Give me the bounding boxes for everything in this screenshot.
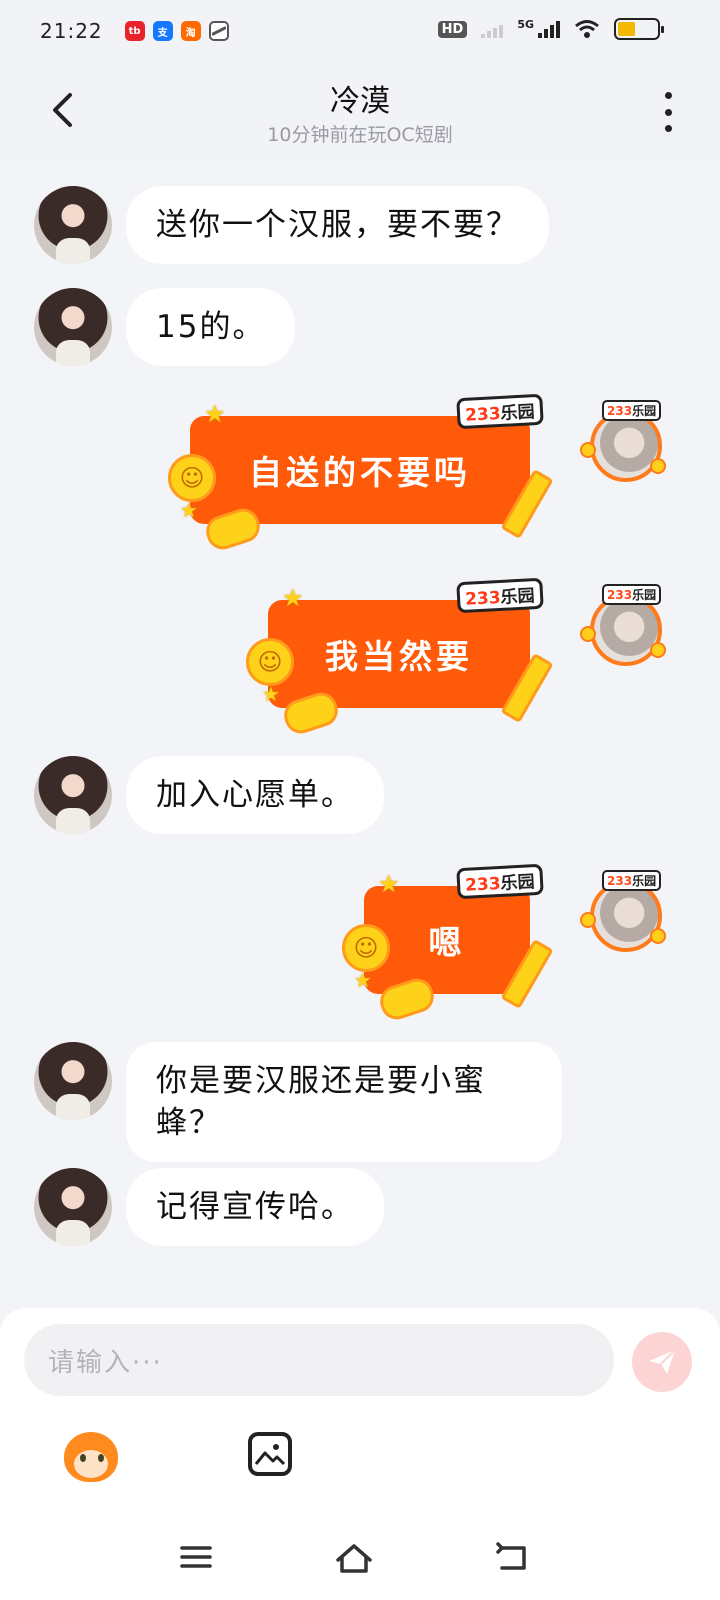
smiley-sticker-icon: ☺ xyxy=(168,454,216,502)
menu-icon xyxy=(180,1546,212,1568)
contact-avatar[interactable] xyxy=(34,756,112,834)
coin-icon xyxy=(580,912,596,928)
gamepad-sticker-icon xyxy=(202,504,264,554)
my-avatar[interactable]: 233乐园 xyxy=(580,400,670,490)
notification-icons: tb 支 淘 xyxy=(124,21,229,41)
badge-text: 乐园 xyxy=(632,874,657,888)
signal-1-icon xyxy=(481,20,504,38)
message-list[interactable]: 送你一个汉服，要不要？ 15的。 自送的不要吗 233乐园 ☺ ★ ★ 233乐… xyxy=(0,160,720,1310)
more-options-button[interactable] xyxy=(658,92,678,132)
badge-number: 233 xyxy=(607,404,633,418)
message-bubble-outgoing[interactable]: 我当然要 233乐园 ☺ ★ ★ xyxy=(246,577,554,738)
star-icon: ★ xyxy=(282,584,304,612)
message-input[interactable]: 请输入··· xyxy=(24,1324,614,1396)
coin-icon xyxy=(650,458,666,474)
park-233-badge: 233乐园 xyxy=(455,577,543,614)
weibo-app-icon: tb xyxy=(124,21,145,41)
coin-icon xyxy=(650,928,666,944)
more-vertical-icon xyxy=(664,92,672,99)
message-bubble-incoming[interactable]: 送你一个汉服，要不要？ xyxy=(126,186,549,264)
park-233-badge: 233乐园 xyxy=(455,393,543,430)
star-icon: ★ xyxy=(354,968,372,992)
badge-text: 乐园 xyxy=(499,872,535,894)
alipay-app-icon: 支 xyxy=(152,21,173,41)
hd-voice-icon: HD xyxy=(437,20,468,38)
status-bar: 21:22 tb 支 淘 HD 5G xyxy=(0,0,720,62)
badge-number: 233 xyxy=(607,874,633,888)
badge-number: 233 xyxy=(464,587,501,610)
message-text: 嗯 xyxy=(428,923,466,962)
park-233-badge: 233乐园 xyxy=(602,870,662,891)
wifi-icon xyxy=(575,20,599,38)
star-icon: ★ xyxy=(262,682,280,706)
emoji-button[interactable] xyxy=(60,1428,122,1484)
sword-sticker-icon xyxy=(500,469,554,539)
page-title: 冷漠 xyxy=(330,84,390,119)
send-icon xyxy=(649,1349,676,1374)
message-text: 我当然要 xyxy=(325,637,473,676)
send-button[interactable] xyxy=(632,1332,692,1392)
link-app-icon xyxy=(208,21,229,41)
message-text: 自送的不要吗 xyxy=(249,453,471,492)
home-icon xyxy=(336,1544,372,1573)
image-button[interactable] xyxy=(248,1432,292,1476)
badge-text: 乐园 xyxy=(499,586,535,608)
taobao-app-icon: 淘 xyxy=(180,21,201,41)
badge-number: 233 xyxy=(464,873,501,896)
star-icon: ★ xyxy=(180,498,198,522)
gamepad-sticker-icon xyxy=(376,974,438,1024)
coin-icon xyxy=(580,626,596,642)
message-bubble-incoming[interactable]: 你是要汉服还是要小蜜蜂？ xyxy=(126,1042,562,1162)
my-avatar[interactable]: 233乐园 xyxy=(580,870,670,960)
star-icon: ★ xyxy=(204,400,226,428)
badge-text: 乐园 xyxy=(499,402,535,424)
network-type: 5G xyxy=(517,17,534,31)
more-dot xyxy=(664,108,672,116)
sword-sticker-icon xyxy=(500,939,554,1009)
menu-button[interactable] xyxy=(178,1542,218,1578)
home-button[interactable] xyxy=(334,1542,374,1578)
badge-text: 乐园 xyxy=(632,588,657,602)
more-dot xyxy=(664,125,672,132)
system-back-button[interactable] xyxy=(494,1542,534,1578)
badge-number: 233 xyxy=(607,588,633,602)
system-nav-bar xyxy=(0,1520,720,1600)
contact-avatar[interactable] xyxy=(34,288,112,366)
coin-icon xyxy=(650,642,666,658)
badge-text: 乐园 xyxy=(632,404,657,418)
star-icon: ★ xyxy=(378,870,400,898)
coin-icon xyxy=(580,442,596,458)
sword-sticker-icon xyxy=(500,653,554,723)
status-indicators: HD 5G xyxy=(437,17,664,40)
contact-avatar[interactable] xyxy=(34,1042,112,1120)
chat-header: 冷漠 10分钟前在玩OC短剧 xyxy=(0,62,720,160)
smiley-sticker-icon: ☺ xyxy=(342,924,390,972)
back-icon xyxy=(496,1542,526,1570)
image-icon xyxy=(254,1444,286,1466)
battery-icon xyxy=(614,18,664,40)
message-bubble-outgoing[interactable]: 嗯 233乐园 ☺ ★ ★ xyxy=(342,863,554,1024)
smiley-sticker-icon: ☺ xyxy=(246,638,294,686)
my-avatar[interactable]: 233乐园 xyxy=(580,584,670,674)
badge-number: 233 xyxy=(464,403,501,426)
park-233-badge: 233乐园 xyxy=(455,863,543,900)
message-bubble-incoming[interactable]: 15的。 xyxy=(126,288,296,366)
park-233-badge: 233乐园 xyxy=(602,584,662,605)
contact-avatar[interactable] xyxy=(34,1168,112,1246)
message-bubble-incoming[interactable]: 记得宣传哈。 xyxy=(126,1168,384,1246)
park-233-badge: 233乐园 xyxy=(602,400,662,421)
status-time: 21:22 xyxy=(40,19,103,43)
contact-avatar[interactable] xyxy=(34,186,112,264)
mascot-eyes xyxy=(80,1454,104,1462)
message-bubble-incoming[interactable]: 加入心愿单。 xyxy=(126,756,384,834)
gamepad-sticker-icon xyxy=(280,688,342,738)
message-bubble-outgoing[interactable]: 自送的不要吗 233乐园 ☺ ★ ★ xyxy=(168,393,554,554)
battery-level xyxy=(618,22,636,36)
presence-status: 10分钟前在玩OC短剧 xyxy=(267,124,453,146)
signal-2-icon xyxy=(538,20,560,38)
